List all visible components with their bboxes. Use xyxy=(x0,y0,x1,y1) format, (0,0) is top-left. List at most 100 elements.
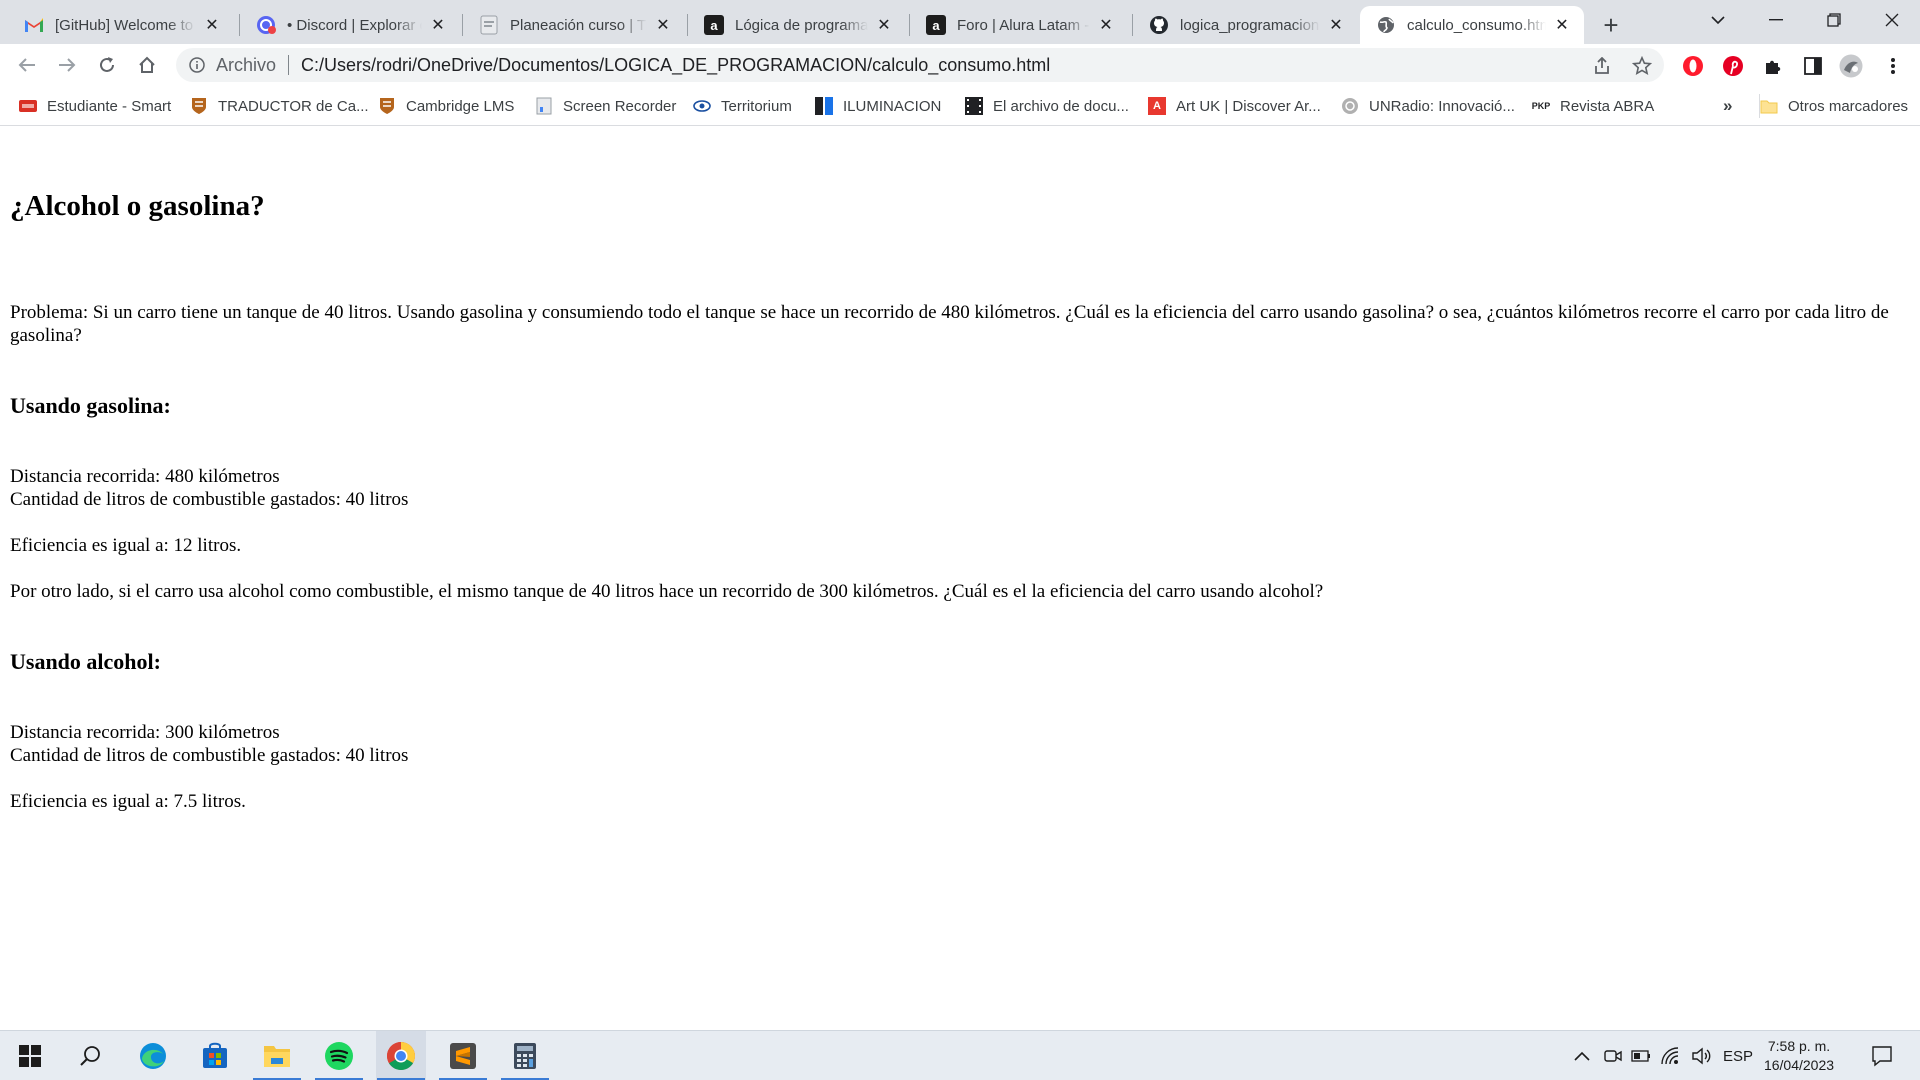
info-icon[interactable] xyxy=(186,54,208,76)
close-icon[interactable]: ✕ xyxy=(653,15,673,35)
taskbar-calculator[interactable] xyxy=(500,1031,550,1080)
restore-button[interactable] xyxy=(1804,0,1864,40)
bookmarks-overflow-button[interactable]: » xyxy=(1723,94,1732,118)
tray-battery[interactable] xyxy=(1628,1031,1654,1080)
bookmark-estudiante-smart[interactable]: Estudiante - Smart xyxy=(19,94,171,118)
tab-title: logica_programacion xyxy=(1180,16,1320,34)
taskbar-sublime-text[interactable] xyxy=(438,1031,488,1080)
alcohol-efficiency: Eficiencia es igual a: 7.5 litros. xyxy=(10,791,246,812)
home-button[interactable] xyxy=(131,49,163,81)
close-icon[interactable]: ✕ xyxy=(202,15,222,35)
clock[interactable]: 7:58 p. m. 16/04/2023 xyxy=(1756,1037,1842,1075)
taskbar-store[interactable] xyxy=(190,1031,240,1080)
tab-discord[interactable]: • Discord | Explorar ca ✕ xyxy=(240,6,460,44)
gasoline-efficiency: Eficiencia es igual a: 12 litros. xyxy=(10,535,242,556)
tray-volume[interactable] xyxy=(1688,1031,1714,1080)
tray-network[interactable] xyxy=(1658,1031,1684,1080)
menu-kebab-icon[interactable] xyxy=(1880,53,1906,79)
input-language[interactable]: ESP xyxy=(1722,1031,1754,1080)
tab-planeacion[interactable]: Planeación curso | Tre ✕ xyxy=(463,6,685,44)
taskbar-file-explorer[interactable] xyxy=(252,1031,302,1080)
extensions-puzzle-icon[interactable] xyxy=(1760,53,1786,79)
url-text[interactable]: C:/Users/rodri/OneDrive/Documentos/LOGIC… xyxy=(301,55,1050,76)
profile-avatar[interactable] xyxy=(1838,53,1864,79)
notifications-button[interactable] xyxy=(1862,1031,1902,1080)
back-button[interactable] xyxy=(11,49,43,81)
gasoline-heading: Usando gasolina: xyxy=(10,393,171,418)
star-icon[interactable] xyxy=(1628,52,1656,80)
start-button[interactable] xyxy=(5,1031,55,1080)
tab-foro-alura[interactable]: a Foro | Alura Latam - C ✕ xyxy=(910,6,1128,44)
scheme-label: Archivo xyxy=(216,54,277,75)
taskbar-search-button[interactable] xyxy=(65,1031,115,1080)
minimize-button[interactable] xyxy=(1746,0,1806,40)
close-icon[interactable]: ✕ xyxy=(1552,15,1572,35)
minimize-icon xyxy=(1769,19,1783,21)
bookmark-screen-recorder[interactable]: Screen Recorder xyxy=(535,94,676,118)
tab-title: Planeación curso | Tre xyxy=(510,16,647,34)
spotify-icon xyxy=(325,1042,353,1070)
home-icon xyxy=(139,56,155,73)
alura-icon: a xyxy=(926,15,946,35)
opera-extension-icon[interactable] xyxy=(1680,53,1706,79)
alcohol-distance: Distancia recorrida: 300 kilómetros xyxy=(10,722,280,743)
tab-github-repo[interactable]: logica_programacion ✕ xyxy=(1133,6,1358,44)
taskbar-edge[interactable] xyxy=(128,1031,178,1080)
bookmark-art-uk[interactable]: A Art UK | Discover Ar... xyxy=(1148,94,1321,118)
other-bookmarks-folder[interactable]: Otros marcadores xyxy=(1759,94,1908,118)
bookmark-label: Cambridge LMS xyxy=(406,97,515,115)
restore-icon xyxy=(1827,13,1841,27)
cambridge-icon xyxy=(378,97,396,115)
reload-icon xyxy=(100,57,114,72)
bookmark-unradio[interactable]: UNRadio: Innovació... xyxy=(1341,94,1515,118)
forward-button[interactable] xyxy=(51,49,83,81)
iluminacion-icon xyxy=(815,97,833,115)
taskbar-chrome[interactable] xyxy=(376,1031,426,1080)
bookmark-label: Art UK | Discover Ar... xyxy=(1176,97,1321,115)
calculator-icon xyxy=(514,1043,536,1069)
tab-logica-programacion[interactable]: a Lógica de programaci ✕ xyxy=(688,6,906,44)
close-icon[interactable]: ✕ xyxy=(428,15,448,35)
clock-date: 16/04/2023 xyxy=(1763,1057,1835,1073)
reload-button[interactable] xyxy=(91,49,123,81)
side-panel-icon[interactable] xyxy=(1800,53,1826,79)
share-icon[interactable] xyxy=(1588,52,1616,80)
sublime-text-icon xyxy=(450,1043,476,1069)
bookmark-traductor[interactable]: TRADUCTOR de Ca... xyxy=(190,94,369,118)
close-window-button[interactable] xyxy=(1862,0,1920,40)
taskbar-spotify[interactable] xyxy=(314,1031,364,1080)
bookmark-territorium[interactable]: Territorium xyxy=(693,94,792,118)
page-title: ¿Alcohol o gasolina? xyxy=(10,190,265,222)
alcohol-liters: Cantidad de litros de combustible gastad… xyxy=(10,745,409,766)
windows-taskbar: ESP 7:58 p. m. 16/04/2023 xyxy=(0,1030,1920,1080)
pkp-icon: PKP xyxy=(1531,101,1551,111)
pinterest-extension-icon[interactable] xyxy=(1720,53,1746,79)
bookmark-cambridge-lms[interactable]: Cambridge LMS xyxy=(378,94,514,118)
bookmark-label: Otros marcadores xyxy=(1788,97,1909,115)
new-tab-button[interactable]: + xyxy=(1596,10,1626,40)
bookmark-archivo-documentos[interactable]: El archivo de docu... xyxy=(965,94,1129,118)
bookmark-revista-abra[interactable]: PKP Revista ABRA xyxy=(1532,94,1654,118)
tray-meet-now[interactable] xyxy=(1600,1031,1626,1080)
bookmark-label: TRADUCTOR de Ca... xyxy=(218,97,369,115)
close-icon[interactable]: ✕ xyxy=(1096,15,1116,35)
alcohol-intro-text: Por otro lado, si el carro usa alcohol c… xyxy=(10,581,1324,602)
tab-github-welcome[interactable]: [GitHub] Welcome to ✕ xyxy=(8,6,234,44)
tab-title: calculo_consumo.htm xyxy=(1407,16,1546,34)
smart-icon xyxy=(19,97,37,115)
close-icon[interactable]: ✕ xyxy=(1326,15,1346,35)
bookmarks-bar: Estudiante - Smart TRADUCTOR de Ca... Ca… xyxy=(0,86,1920,126)
show-hidden-icons-button[interactable] xyxy=(1568,1031,1596,1080)
gmail-icon xyxy=(24,15,44,35)
tab-calculo-consumo[interactable]: calculo_consumo.htm ✕ xyxy=(1360,6,1584,44)
bookmark-iluminacion[interactable]: ILUMINACION xyxy=(815,94,941,118)
problem-text: Problema: Si un carro tiene un tanque de… xyxy=(10,302,1889,346)
close-icon[interactable]: ✕ xyxy=(874,15,894,35)
address-bar[interactable]: Archivo C:/Users/rodri/OneDrive/Document… xyxy=(176,48,1664,82)
edge-icon xyxy=(140,1043,166,1069)
chrome-icon xyxy=(387,1042,415,1070)
tab-search-button[interactable] xyxy=(1688,0,1748,40)
omnibox-divider xyxy=(288,55,290,75)
bookmark-label: Estudiante - Smart xyxy=(47,97,172,115)
arrow-right-icon xyxy=(59,58,76,72)
